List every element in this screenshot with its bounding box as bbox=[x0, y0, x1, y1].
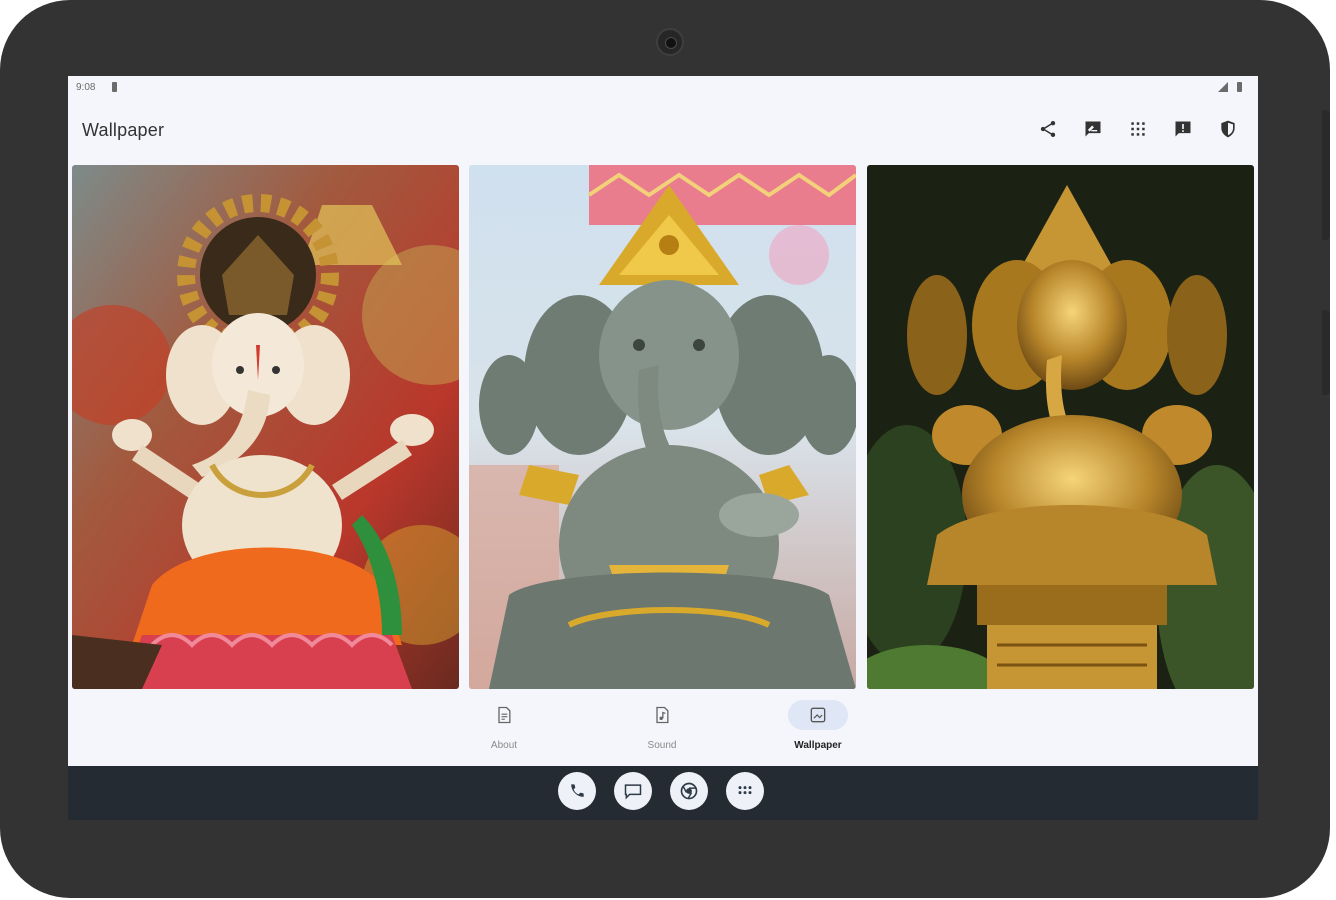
status-time: 9:08 bbox=[76, 82, 96, 93]
bottom-navigation: About Sound Wallpaper bbox=[68, 690, 1258, 764]
status-bar: 9:08 bbox=[68, 76, 1258, 100]
nav-label-sound: Sound bbox=[647, 740, 677, 751]
app-bar: Wallpaper bbox=[68, 100, 1258, 162]
phone-button[interactable] bbox=[558, 772, 596, 810]
share-button[interactable] bbox=[1035, 116, 1060, 141]
nav-pill bbox=[474, 700, 534, 730]
notification-icon bbox=[112, 82, 117, 92]
wallpaper-icon bbox=[810, 707, 826, 723]
app-bar-actions bbox=[1035, 116, 1240, 141]
privacy-shield-icon bbox=[1220, 120, 1235, 137]
wallpaper-tile-stone-ganesha[interactable] bbox=[469, 165, 856, 689]
rate-review-icon bbox=[1085, 121, 1100, 136]
dock bbox=[558, 772, 764, 810]
nav-label-about: About bbox=[490, 740, 518, 751]
chrome-icon bbox=[680, 782, 698, 800]
front-camera bbox=[656, 28, 684, 56]
tablet-frame: 9:08 Wallpaper About Sound Wallpaper bbox=[0, 0, 1330, 898]
wallpaper-image bbox=[469, 165, 856, 689]
app-drawer-icon bbox=[738, 786, 752, 795]
wallpaper-image bbox=[72, 165, 459, 689]
chrome-button[interactable] bbox=[670, 772, 708, 810]
messages-button[interactable] bbox=[614, 772, 652, 810]
battery-icon bbox=[1237, 82, 1242, 92]
apps-grid-button[interactable] bbox=[1125, 116, 1150, 141]
nav-item-about[interactable]: About bbox=[454, 700, 554, 756]
apps-grid-icon bbox=[1130, 121, 1145, 136]
taskbar bbox=[68, 766, 1258, 820]
power-button bbox=[1322, 310, 1330, 395]
nav-pill-active bbox=[788, 700, 848, 730]
nav-item-wallpaper[interactable]: Wallpaper bbox=[768, 700, 868, 756]
nav-item-sound[interactable]: Sound bbox=[612, 700, 712, 756]
wallpaper-grid bbox=[72, 165, 1254, 689]
page-title: Wallpaper bbox=[82, 120, 165, 140]
wallpaper-tile-white-ganesha[interactable] bbox=[72, 165, 459, 689]
phone-icon bbox=[571, 784, 584, 797]
nav-pill bbox=[632, 700, 692, 730]
music-file-icon bbox=[656, 706, 669, 724]
feedback-button[interactable] bbox=[1170, 116, 1195, 141]
wallpaper-tile-golden-ganesha[interactable] bbox=[867, 165, 1254, 689]
privacy-button[interactable] bbox=[1215, 116, 1240, 141]
nav-label-wallpaper: Wallpaper bbox=[794, 740, 842, 751]
signal-icon bbox=[1218, 82, 1228, 92]
app-drawer-button[interactable] bbox=[726, 772, 764, 810]
messages-icon bbox=[624, 784, 642, 800]
volume-button bbox=[1322, 110, 1330, 240]
document-icon bbox=[498, 706, 511, 724]
wallpaper-image bbox=[867, 165, 1254, 689]
screen: 9:08 Wallpaper About Sound Wallpaper bbox=[68, 76, 1258, 820]
rate-review-button[interactable] bbox=[1080, 116, 1105, 141]
share-icon bbox=[1040, 120, 1055, 137]
feedback-icon bbox=[1175, 121, 1190, 136]
